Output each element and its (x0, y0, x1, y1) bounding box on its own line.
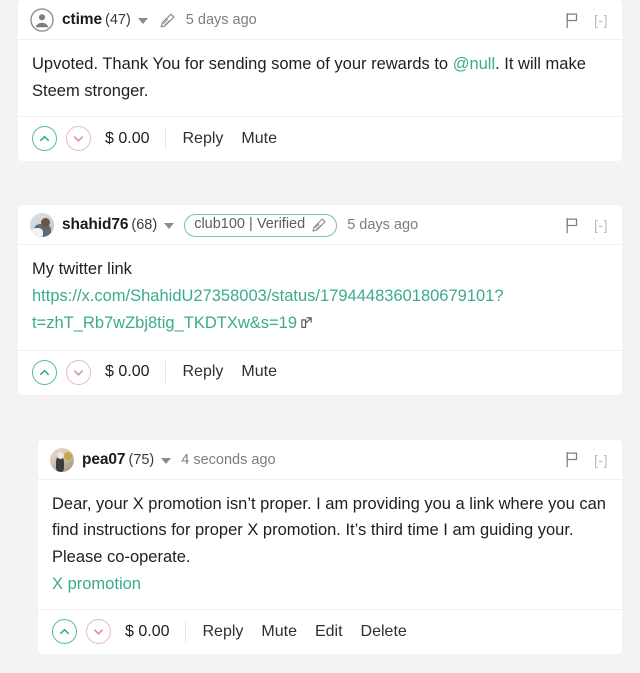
mute-button[interactable]: Mute (261, 623, 297, 641)
action-divider (185, 620, 187, 643)
reply-button[interactable]: Reply (182, 363, 223, 381)
payout-amount[interactable]: $ 0.00 (105, 363, 149, 381)
mention-link-null[interactable]: @null (453, 55, 495, 73)
comment-actions: $ 0.00 Reply Mute (18, 351, 622, 395)
comment-header: pea07 (75) 4 seconds ago [-] (38, 440, 622, 480)
card-gap (0, 161, 640, 205)
comment-author[interactable]: pea07 (82, 451, 126, 469)
comments-list: ctime (47) 5 days ago [-] Upvoted. Thank… (0, 0, 640, 673)
reply-button[interactable]: Reply (202, 623, 243, 641)
comment-timestamp: 4 seconds ago (181, 451, 276, 468)
x-promotion-link[interactable]: X promotion (52, 575, 141, 593)
mute-button[interactable]: Mute (241, 130, 277, 148)
mute-button[interactable]: Mute (241, 363, 277, 381)
comment-header: shahid76 (68) club100 | Verified 5 days … (18, 205, 622, 246)
payout-amount[interactable]: $ 0.00 (125, 623, 169, 641)
action-divider (165, 361, 167, 384)
comment-author[interactable]: ctime (62, 11, 102, 29)
collapse-toggle[interactable]: [-] (594, 12, 610, 28)
action-divider (165, 127, 167, 150)
comment-text-before: Upvoted. Thank You for sending some of y… (32, 55, 453, 73)
chevron-down-icon[interactable] (164, 223, 175, 230)
comment-actions: $ 0.00 Reply Mute Edit Delete (38, 610, 622, 654)
downvote-button[interactable] (66, 359, 91, 385)
comment-body: My twitter link https://x.com/ShahidU273… (18, 245, 622, 351)
author-reputation: (47) (105, 12, 131, 28)
author-reputation: (75) (128, 451, 155, 468)
comment-card-pea07: pea07 (75) 4 seconds ago [-] Dear, your … (38, 439, 622, 655)
edit-button[interactable]: Edit (315, 623, 343, 641)
author-reputation: (68) (131, 217, 158, 234)
comment-timestamp: 5 days ago (185, 12, 257, 28)
external-url-link[interactable]: https://x.com/ShahidU27358003/status/179… (32, 287, 504, 332)
user-photo-avatar[interactable] (50, 447, 74, 472)
flag-icon[interactable] (564, 12, 580, 29)
card-gap (0, 395, 640, 440)
comment-paragraph: Dear, your X promotion isn’t proper. I a… (52, 494, 606, 567)
comment-author[interactable]: shahid76 (62, 216, 129, 234)
upvote-button[interactable] (32, 126, 57, 152)
comment-body: Dear, your X promotion isn’t proper. I a… (38, 480, 622, 611)
comment-card-shahid76: shahid76 (68) club100 | Verified 5 days … (18, 205, 622, 395)
pencil-icon (159, 12, 176, 29)
reply-button[interactable]: Reply (182, 130, 223, 148)
user-avatar-icon[interactable] (30, 8, 54, 32)
downvote-button[interactable] (86, 619, 111, 645)
comment-actions: $ 0.00 Reply Mute (18, 117, 622, 161)
comment-timestamp: 5 days ago (347, 217, 419, 234)
collapse-toggle[interactable]: [-] (594, 217, 610, 233)
chevron-down-icon[interactable] (137, 18, 148, 24)
delete-button[interactable]: Delete (361, 623, 407, 641)
user-photo-avatar[interactable] (30, 213, 54, 238)
status-badge[interactable]: club100 | Verified (184, 213, 338, 237)
upvote-button[interactable] (52, 619, 77, 645)
downvote-button[interactable] (66, 126, 91, 152)
comment-card-ctime: ctime (47) 5 days ago [-] Upvoted. Thank… (18, 0, 622, 162)
comment-body: Upvoted. Thank You for sending some of y… (18, 40, 622, 118)
flag-icon[interactable] (564, 217, 580, 234)
pencil-icon (311, 217, 327, 233)
chevron-down-icon[interactable] (161, 457, 172, 464)
collapse-toggle[interactable]: [-] (594, 452, 610, 468)
comment-text-line: My twitter link (32, 260, 132, 279)
upvote-button[interactable] (32, 359, 57, 385)
flag-icon[interactable] (564, 451, 580, 468)
external-link-icon (300, 311, 313, 338)
badge-label: club100 | Verified (194, 215, 306, 232)
payout-amount[interactable]: $ 0.00 (105, 130, 149, 148)
comment-header: ctime (47) 5 days ago [-] (18, 0, 622, 40)
